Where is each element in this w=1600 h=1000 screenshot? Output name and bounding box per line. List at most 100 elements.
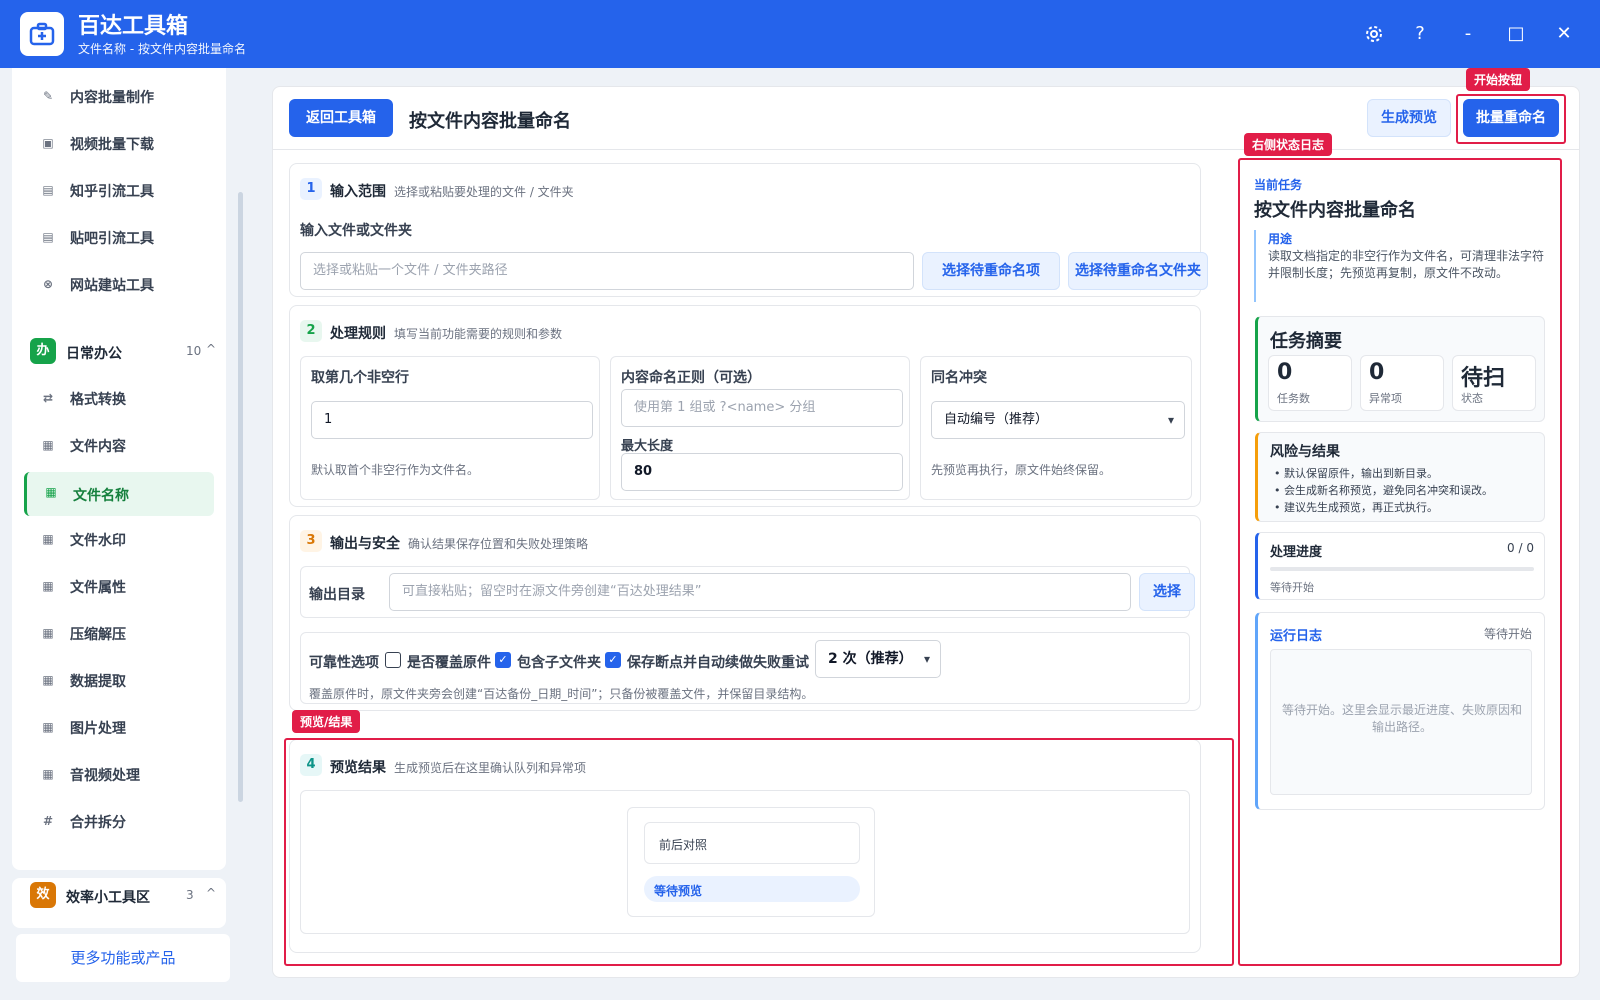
sidebar-scrollbar[interactable]: [238, 72, 243, 932]
grid-icon: ▦: [45, 485, 57, 499]
sidebar-item-tieba[interactable]: ▤ 贴吧引流工具: [24, 217, 214, 257]
maximize-button[interactable]: □: [1502, 20, 1530, 48]
output-dir-input[interactable]: 可直接粘贴；留空时在源文件旁创建“百达处理结果”: [389, 573, 1131, 611]
more-products-link[interactable]: 更多功能或产品: [16, 934, 230, 982]
input-path-field[interactable]: 选择或粘贴一个文件 / 文件夹路径: [300, 252, 914, 290]
line-index-label: 取第几个非空行: [311, 370, 409, 386]
annotation-preview-tag: 预览/结果: [292, 710, 361, 733]
settings-gear-icon[interactable]: [1360, 20, 1388, 48]
chevron-down-icon: ▾: [1167, 413, 1174, 427]
conflict-select[interactable]: 自动编号（推荐） ▾: [931, 401, 1185, 439]
group-count-office: 10: [186, 344, 202, 358]
group-title-office: 日常办公: [66, 346, 122, 362]
conflict-label: 同名冲突: [931, 370, 987, 386]
swap-icon: ⇄: [42, 391, 54, 405]
section-desc: 填写当前功能需要的规则和参数: [394, 327, 563, 341]
sidebar-item-video-download[interactable]: ▣ 视频批量下载: [24, 123, 214, 163]
sidebar-item-file-watermark[interactable]: ▦ 文件水印: [24, 519, 214, 559]
choose-items-button[interactable]: 选择待重命名项: [922, 252, 1060, 290]
overwrite-note: 覆盖原件时，原文件夹旁会创建“百达备份_日期_时间”；只备份被覆盖文件，并保留目…: [309, 687, 814, 701]
regex-label: 内容命名正则（可选）: [621, 370, 761, 386]
section-number: 1: [300, 178, 322, 200]
sidebar-item-data-extract[interactable]: ▦ 数据提取: [24, 660, 214, 700]
sidebar-item-content-batch[interactable]: ✎ 内容批量制作: [24, 76, 214, 116]
resume-label: 保存断点并自动续做: [627, 655, 753, 671]
conflict-hint: 先预览再执行，原文件始终保留。: [931, 463, 1112, 477]
sidebar-item-format-convert[interactable]: ⇄ 格式转换: [24, 378, 214, 418]
sidebar-item-file-content[interactable]: ▦ 文件内容: [24, 425, 214, 465]
grid-icon: ▦: [42, 767, 54, 781]
zhihu-icon: ▤: [42, 183, 54, 197]
section-rules: 2 处理规则 填写当前功能需要的规则和参数 取第几个非空行 1 默认取首个非空行…: [289, 305, 1201, 507]
sidebar-item-file-name[interactable]: ▦ 文件名称: [24, 472, 214, 516]
output-dir-box: 输出目录 可直接粘贴；留空时在源文件旁创建“百达处理结果” 选择: [300, 566, 1195, 618]
scrollbar-thumb[interactable]: [238, 192, 243, 802]
section-input-range: 1 输入范围 选择或粘贴要处理的文件 / 文件夹 输入文件或文件夹 选择或粘贴一…: [289, 163, 1208, 297]
app-subtitle: 文件名称 - 按文件内容批量命名: [78, 42, 246, 56]
max-length-label: 最大长度: [621, 439, 674, 454]
reliability-box: 可靠性选项 是否覆盖原件 ✓ 包含子文件夹 ✓ 保存断点并自动续做 失败重试 2…: [300, 632, 1190, 704]
close-button[interactable]: ✕: [1550, 20, 1578, 48]
generate-preview-button[interactable]: 生成预览: [1367, 99, 1451, 137]
annotation-preview-box: [284, 738, 1234, 966]
grid-icon: ▦: [42, 438, 54, 452]
rule-regex-box: 内容命名正则（可选） 使用第 1 组或 ?<name> 分组 最大长度 80: [610, 356, 910, 500]
grid-icon: ▦: [42, 579, 54, 593]
subfolders-label: 包含子文件夹: [517, 655, 601, 671]
resume-checkbox[interactable]: ✓: [605, 652, 621, 668]
help-button[interactable]: ?: [1406, 20, 1434, 48]
max-length-input[interactable]: 80: [621, 453, 903, 491]
page-title: 按文件内容批量命名: [409, 111, 571, 132]
rule-line-index-box: 取第几个非空行 1 默认取首个非空行作为文件名。: [300, 356, 600, 500]
group-count-efficiency: 3: [186, 888, 194, 902]
chevron-up-icon[interactable]: ^: [206, 886, 216, 900]
video-icon: ▣: [42, 136, 54, 150]
section-desc: 选择或粘贴要处理的文件 / 文件夹: [394, 185, 574, 199]
section-title: 输入范围: [330, 184, 386, 200]
group-header-office[interactable]: 办 日常办公 10 ^: [18, 330, 226, 370]
grid-icon: ▦: [42, 626, 54, 640]
regex-input[interactable]: 使用第 1 组或 ?<name> 分组: [621, 389, 903, 427]
sidebar-item-audio-video[interactable]: ▦ 音视频处理: [24, 754, 214, 794]
sidebar-item-merge-split[interactable]: # 合并拆分: [24, 801, 214, 841]
title-bar: 百达工具箱 文件名称 - 按文件内容批量命名 ? - □ ✕: [0, 0, 1600, 68]
retry-select[interactable]: 2 次（推荐） ▾: [815, 640, 941, 678]
annotation-status-log-tag: 右侧状态日志: [1244, 133, 1333, 156]
app-logo-icon: [20, 12, 64, 56]
input-field-label: 输入文件或文件夹: [300, 223, 412, 239]
line-index-input[interactable]: 1: [311, 401, 593, 439]
annotation-status-log-box: [1238, 158, 1562, 966]
section-number: 2: [300, 320, 322, 342]
group-badge-office: 办: [30, 338, 56, 364]
sidebar-item-image[interactable]: ▦ 图片处理: [24, 707, 214, 747]
overwrite-checkbox[interactable]: [385, 652, 401, 668]
section-title: 处理规则: [330, 326, 386, 342]
header-divider: [273, 149, 1579, 150]
group-header-efficiency[interactable]: 效 效率小工具区 3 ^: [18, 874, 226, 914]
back-to-toolbox-button[interactable]: 返回工具箱: [289, 99, 393, 137]
sidebar-item-website[interactable]: ⊗ 网站建站工具: [24, 264, 214, 304]
output-dir-label: 输出目录: [309, 587, 365, 603]
globe-icon: ⊗: [42, 277, 54, 291]
chevron-up-icon[interactable]: ^: [206, 342, 216, 356]
pencil-icon: ✎: [42, 89, 54, 103]
minimize-button[interactable]: -: [1454, 20, 1482, 48]
section-number: 3: [300, 530, 322, 552]
section-title: 输出与安全: [330, 536, 400, 552]
sidebar-item-zhihu[interactable]: ▤ 知乎引流工具: [24, 170, 214, 210]
annotation-start-button-tag: 开始按钮: [1466, 68, 1531, 91]
reliability-label: 可靠性选项: [309, 655, 379, 671]
line-index-hint: 默认取首个非空行作为文件名。: [311, 463, 480, 477]
grid-icon: ▦: [42, 720, 54, 734]
group-badge-efficiency: 效: [30, 882, 56, 908]
section-output: 3 输出与安全 确认结果保存位置和失败处理策略 输出目录 可直接粘贴；留空时在源…: [289, 515, 1201, 711]
choose-output-button[interactable]: 选择: [1139, 573, 1195, 611]
grid-icon: ▦: [42, 532, 54, 546]
app-title: 百达工具箱: [78, 14, 189, 39]
sidebar-item-file-attributes[interactable]: ▦ 文件属性: [24, 566, 214, 606]
sidebar-item-compress[interactable]: ▦ 压缩解压: [24, 613, 214, 653]
hash-icon: #: [42, 814, 54, 828]
subfolders-checkbox[interactable]: ✓: [495, 652, 511, 668]
annotation-start-button-box: [1456, 94, 1566, 144]
choose-folder-button[interactable]: 选择待重命名文件夹: [1068, 252, 1208, 290]
